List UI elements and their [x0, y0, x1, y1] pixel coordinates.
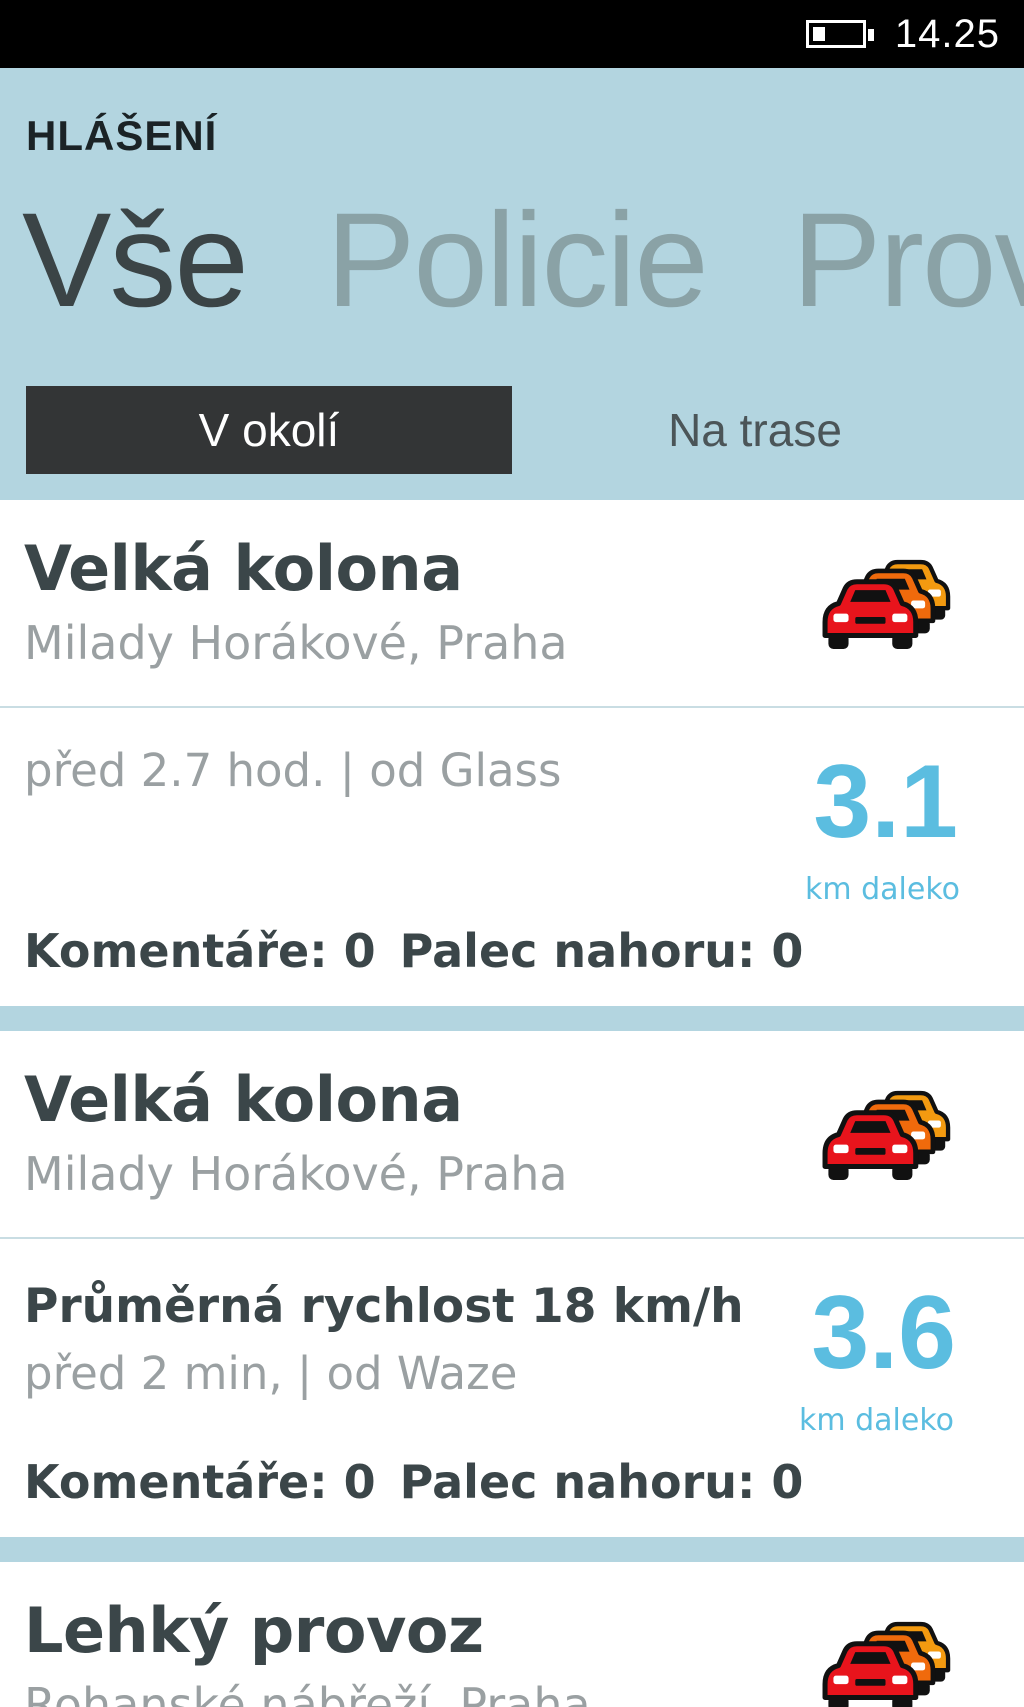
segment-nearby-label: V okolí: [198, 404, 340, 456]
status-bar: 14.25: [0, 0, 1024, 68]
report-location: Rohanské nábřeží, Praha: [24, 1678, 591, 1707]
app-title: HLÁŠENÍ: [26, 112, 218, 159]
report-location: Milady Horákové, Praha: [24, 1147, 568, 1201]
pivot-item-all[interactable]: Vše: [22, 186, 249, 336]
report-card-header: Velká kolona Milady Horákové, Praha: [0, 500, 1024, 708]
battery-level: [813, 27, 825, 41]
battery-nub: [868, 29, 874, 41]
pivot-header: Vše Policie Prov: [0, 186, 1024, 336]
report-card-header: Lehký provoz Rohanské nábřeží, Praha: [0, 1562, 1024, 1707]
report-card-header: Velká kolona Milady Horákové, Praha: [0, 1031, 1024, 1239]
report-subtitle: Průměrná rychlost 18 km/h: [24, 1279, 744, 1334]
segment-nearby[interactable]: V okolí: [26, 386, 512, 474]
traffic-jam-icon: [818, 1077, 954, 1187]
report-title: Velká kolona: [24, 532, 463, 605]
segment-on-route[interactable]: Na trase: [512, 386, 998, 474]
report-counts: Komentáře: 0 Palec nahoru: 0: [24, 924, 803, 978]
report-card[interactable]: Lehký provoz Rohanské nábřeží, Praha: [0, 1562, 1024, 1707]
comments-count[interactable]: Komentáře: 0: [24, 1455, 376, 1509]
battery-icon: [806, 20, 866, 48]
comments-count[interactable]: Komentáře: 0: [24, 924, 376, 978]
pivot-item-police[interactable]: Policie: [326, 186, 709, 336]
report-title: Lehký provoz: [24, 1594, 484, 1667]
thumbs-up-count[interactable]: Palec nahoru: 0: [400, 924, 804, 978]
report-distance-unit: km daleko: [804, 872, 960, 907]
report-card-body: Průměrná rychlost 18 km/h před 2 min, | …: [0, 1239, 1024, 1537]
report-card-body: před 2.7 hod. | od Glass 3.1 km daleko K…: [0, 708, 1024, 1006]
report-card[interactable]: Velká kolona Milady Horákové, Praha Prům…: [0, 1031, 1024, 1537]
thumbs-up-count[interactable]: Palec nahoru: 0: [400, 1455, 804, 1509]
report-card[interactable]: Velká kolona Milady Horákové, Praha před…: [0, 500, 1024, 1006]
status-clock: 14.25: [894, 12, 1000, 56]
report-title: Velká kolona: [24, 1063, 463, 1136]
pivot-item-traffic[interactable]: Prov: [792, 186, 1024, 336]
report-meta: před 2.7 hod. | od Glass: [24, 744, 562, 797]
traffic-jam-icon: [818, 546, 954, 656]
report-distance-unit: km daleko: [798, 1403, 954, 1438]
report-location: Milady Horákové, Praha: [24, 616, 568, 670]
segment-on-route-label: Na trase: [668, 404, 842, 456]
report-distance: 3.6: [811, 1275, 956, 1391]
report-meta: před 2 min, | od Waze: [24, 1347, 518, 1400]
traffic-jam-icon: [818, 1608, 954, 1707]
report-distance: 3.1: [813, 744, 958, 860]
report-counts: Komentáře: 0 Palec nahoru: 0: [24, 1455, 803, 1509]
